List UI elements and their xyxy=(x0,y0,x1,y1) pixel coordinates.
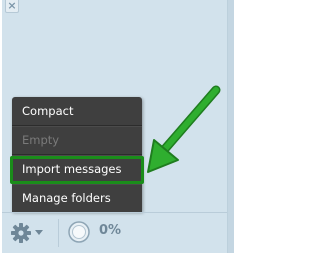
footer-divider xyxy=(58,219,59,247)
triangle-down-icon xyxy=(35,230,43,235)
gear-icon xyxy=(11,223,31,243)
menu-item-empty: Empty xyxy=(22,133,60,147)
menu-item-manage-folders[interactable]: Manage folders xyxy=(12,184,142,212)
folder-actions-menu: Compact Empty Import messages Manage fol… xyxy=(12,97,142,212)
close-icon[interactable]: × xyxy=(5,0,19,13)
quota-percentage: 0% xyxy=(99,223,122,238)
settings-button[interactable] xyxy=(10,220,50,246)
panel-footer: 0% xyxy=(2,212,227,253)
menu-item-compact[interactable]: Compact xyxy=(12,97,142,125)
pointer-arrow-icon xyxy=(147,85,221,173)
pie-quota-icon xyxy=(68,221,90,243)
highlight-box xyxy=(10,156,144,184)
